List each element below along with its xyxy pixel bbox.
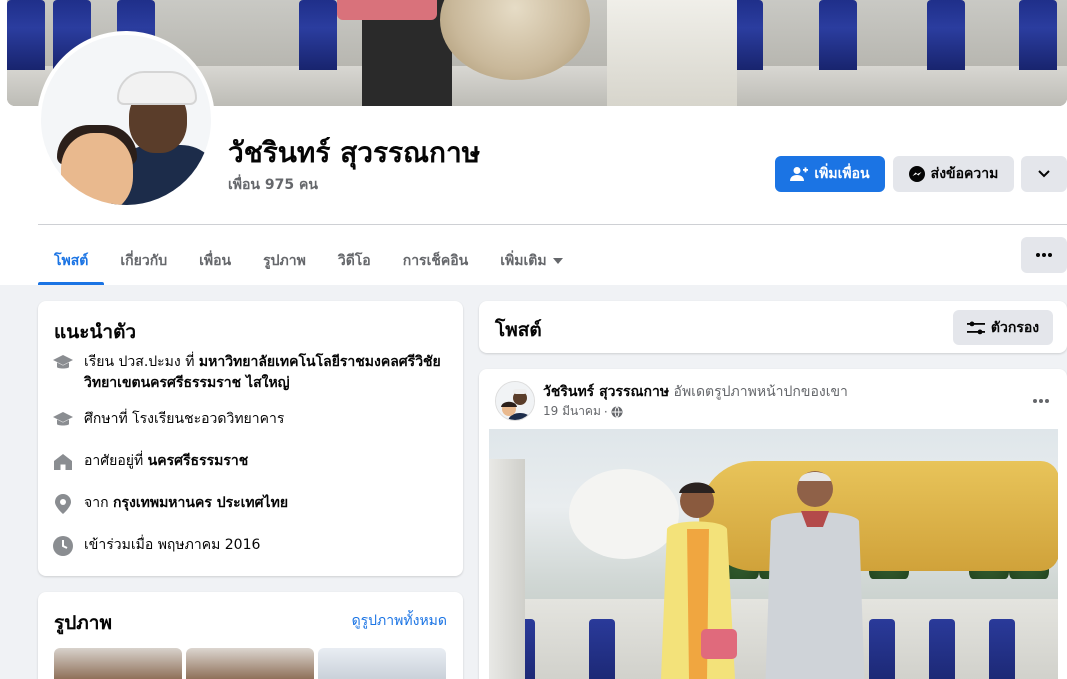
post-date[interactable]: 19 มีนาคม — [543, 402, 601, 421]
post-photo[interactable] — [489, 429, 1058, 679]
add-friend-button[interactable]: เพิ่มเพื่อน — [775, 156, 885, 192]
add-friend-label: เพิ่มเพื่อน — [814, 166, 870, 182]
see-all-photos-link[interactable]: ดูรูปภาพทั้งหมด — [352, 610, 447, 632]
cover-person — [607, 0, 737, 106]
post-action: อัพเดตรูปภาพหน้าปกของเขา — [673, 384, 848, 400]
cover-pillar — [1019, 0, 1057, 70]
intro-education-1: เรียน ปวส.ปะมง ที่ มหาวิทยาลัยเทคโนโลยีร… — [52, 352, 452, 394]
profile-tabs: โพสต์ เกี่ยวกับ เพื่อน รูปภาพ วิดีโอ การ… — [38, 237, 579, 285]
location-pin-icon — [52, 493, 74, 515]
graduation-cap-icon — [52, 352, 74, 374]
post-author-line: วัชรินทร์ สุวรรณกาษ อัพเดตรูปภาพหน้าปกขอ… — [543, 381, 848, 403]
intro-from-text: จาก กรุงเทพมหานคร ประเทศไทย — [84, 493, 288, 515]
chevron-down-icon — [1038, 170, 1050, 178]
intro-education-1-prefix: เรียน ปวส.ปะมง ที่ — [84, 354, 199, 370]
photo-woman — [661, 482, 737, 679]
photo-thumbnail[interactable] — [186, 648, 314, 679]
intro-education-2-text: ศึกษาที่ โรงเรียนชะอวดวิทยาคาร — [84, 411, 285, 427]
tab-more-label: เพิ่มเติม — [500, 253, 547, 269]
intro-joined: เข้าร่วมเมื่อ พฤษภาคม 2016 — [52, 535, 452, 557]
tab-posts[interactable]: โพสต์ — [38, 237, 105, 285]
tab-videos[interactable]: วิดีโอ — [322, 237, 387, 285]
post-menu-button[interactable] — [1033, 387, 1049, 408]
intro-lives-text: อาศัยอยู่ที่ นครศรีธรรมราช — [84, 451, 248, 473]
tab-friends[interactable]: เพื่อน — [183, 237, 247, 285]
avatar-photo — [41, 35, 211, 205]
photo-stupa — [489, 459, 525, 679]
intro-from-prefix: จาก — [84, 495, 113, 511]
post-author-avatar[interactable] — [495, 381, 535, 421]
tab-checkins[interactable]: การเช็คอิน — [387, 237, 485, 285]
profile-name: วัชรินทร์ สุวรรณกาษ — [228, 136, 481, 169]
intro-from: จาก กรุงเทพมหานคร ประเทศไทย — [52, 493, 452, 515]
photo-pillar — [589, 619, 615, 679]
more-dots-icon — [1033, 399, 1049, 403]
clock-icon — [52, 535, 74, 557]
photos-title: รูปภาพ — [54, 612, 112, 634]
home-icon — [52, 451, 74, 473]
photo-reclining-buddha — [699, 461, 1058, 571]
post-meta-separator: · — [603, 404, 608, 419]
intro-education-1-text: เรียน ปวส.ปะมง ที่ มหาวิทยาลัยเทคโนโลยีร… — [84, 352, 452, 394]
filter-button[interactable]: ตัวกรอง — [953, 310, 1053, 345]
graduation-cap-icon — [52, 409, 74, 431]
posts-header: โพสต์ ตัวกรอง — [479, 301, 1067, 353]
post-meta: 19 มีนาคม · — [543, 402, 623, 421]
profile-more-button[interactable] — [1021, 237, 1067, 273]
avatar-cap — [117, 71, 197, 105]
photo-man — [765, 471, 865, 679]
intro-lives-place[interactable]: นครศรีธรรมราช — [148, 453, 249, 469]
more-options-button[interactable] — [1021, 156, 1067, 192]
tab-more[interactable]: เพิ่มเติม — [484, 237, 578, 285]
cover-bag — [337, 0, 437, 20]
filter-label: ตัวกรอง — [990, 319, 1040, 336]
intro-education-2: ศึกษาที่ โรงเรียนชะอวดวิทยาคาร — [52, 409, 452, 431]
caret-down-icon — [552, 258, 563, 264]
photo-thumbnail[interactable] — [318, 648, 446, 679]
profile-avatar[interactable] — [37, 31, 215, 209]
cover-pillar — [927, 0, 965, 70]
add-friend-icon — [790, 167, 809, 181]
intro-lives-prefix: อาศัยอยู่ที่ — [84, 453, 148, 469]
avatar-girl-face — [61, 133, 133, 205]
message-button[interactable]: ส่งข้อความ — [893, 156, 1014, 192]
more-dots-icon — [1036, 253, 1052, 257]
photo-pillar — [929, 619, 955, 679]
tab-about[interactable]: เกี่ยวกับ — [104, 237, 183, 285]
photos-card: รูปภาพ ดูรูปภาพทั้งหมด — [38, 592, 463, 679]
cover-pillar — [7, 0, 45, 70]
tab-photos[interactable]: รูปภาพ — [247, 237, 322, 285]
filter-icon — [966, 321, 985, 334]
intro-joined-text: เข้าร่วมเมื่อ พฤษภาคม 2016 — [84, 537, 261, 553]
photo-thumbnail[interactable] — [54, 648, 182, 679]
intro-card: แนะนำตัว เรียน ปวส.ปะมง ที่ มหาวิทยาลัยเ… — [38, 301, 463, 576]
posts-title: โพสต์ — [495, 319, 542, 341]
header-divider — [38, 224, 1067, 225]
cover-pillar — [299, 0, 337, 70]
messenger-icon — [908, 166, 925, 182]
post-card: วัชรินทร์ สุวรรณกาษ อัพเดตรูปภาพหน้าปกขอ… — [479, 369, 1067, 679]
message-label: ส่งข้อความ — [930, 166, 999, 182]
intro-lives: อาศัยอยู่ที่ นครศรีธรรมราช — [52, 451, 452, 473]
post-author-name[interactable]: วัชรินทร์ สุวรรณกาษ — [543, 384, 669, 400]
cover-pillar — [819, 0, 857, 70]
friends-count[interactable]: เพื่อน 975 คน — [228, 174, 318, 196]
photo-pillar — [989, 619, 1015, 679]
intro-title: แนะนำตัว — [54, 321, 137, 343]
intro-from-place[interactable]: กรุงเทพมหานคร ประเทศไทย — [113, 495, 288, 511]
globe-icon — [611, 405, 623, 418]
